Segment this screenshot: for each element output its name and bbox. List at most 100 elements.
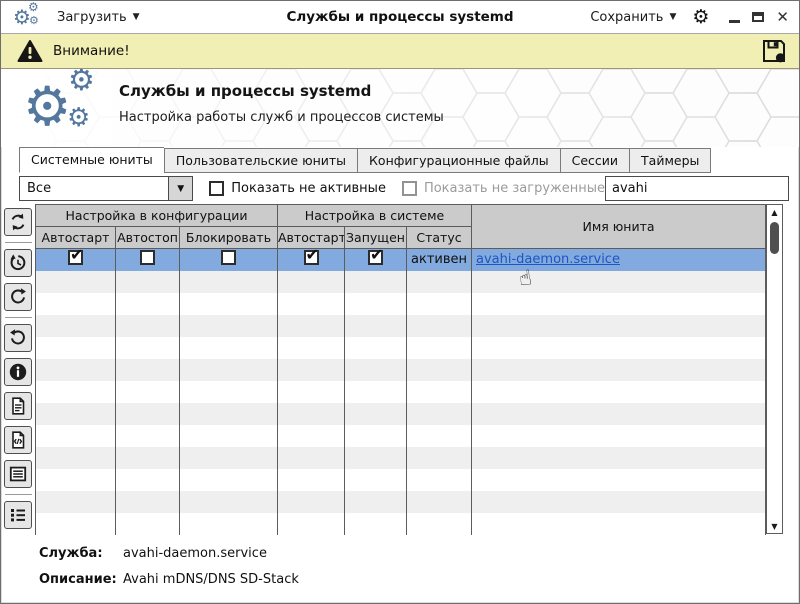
details-panel: Служба: avahi-daemon.service Описание: A… (1, 534, 799, 603)
header-group-system: Настройка в системе (276, 204, 473, 227)
scrollbar-thumb[interactable] (770, 222, 779, 254)
table-cell (115, 446, 180, 469)
table-row[interactable] (35, 292, 767, 315)
source-file-button[interactable] (4, 426, 32, 454)
table-cell (35, 446, 116, 469)
document-icon (12, 397, 25, 415)
table-cell (471, 512, 767, 535)
table-cell (179, 490, 278, 513)
autostart-sys-cell (277, 248, 345, 271)
warning-triangle-icon (17, 40, 43, 62)
bullet-list-button[interactable] (4, 501, 32, 529)
table-cell (471, 490, 767, 513)
unit-name-link[interactable]: avahi-daemon.service (476, 252, 620, 267)
tab-timers[interactable]: Таймеры (629, 148, 712, 173)
table-row[interactable] (35, 336, 767, 359)
source-file-icon (12, 431, 25, 449)
list-box-button[interactable] (4, 460, 32, 488)
table-cell (405, 292, 473, 315)
load-menu-button[interactable]: Загрузить ▼ (57, 10, 140, 25)
table-cell (344, 292, 407, 315)
block-cfg-cell (179, 248, 278, 271)
scroll-up-button[interactable]: ▲ (767, 205, 782, 219)
redo-button[interactable] (4, 283, 32, 311)
table-cell (35, 512, 116, 535)
table-cell (471, 292, 767, 315)
table-cell (405, 468, 473, 491)
main-area: Настройка в конфигурации Настройка в сис… (1, 204, 799, 535)
table-row[interactable] (35, 446, 767, 469)
toolbar-separator (4, 242, 32, 243)
unit-filter-dropdown[interactable]: Все ▼ (19, 176, 194, 201)
table-cell (179, 512, 278, 535)
vertical-scrollbar[interactable]: ▲ ▼ (766, 204, 783, 534)
tab-sessions[interactable]: Сессии (559, 148, 630, 173)
minimize-button[interactable] (729, 19, 741, 23)
table-cell (115, 402, 180, 425)
load-menu-label: Загрузить (57, 9, 127, 25)
table-row[interactable] (35, 490, 767, 513)
table-row[interactable] (35, 358, 767, 381)
undo-button[interactable] (4, 324, 32, 352)
table-cell (277, 270, 345, 293)
table-row[interactable] (35, 314, 767, 337)
table-row-selected[interactable]: активен avahi-daemon.service (35, 248, 767, 271)
table-cell (277, 468, 345, 491)
close-button[interactable]: ✕ (776, 9, 789, 25)
table-row[interactable] (35, 380, 767, 403)
table-row[interactable] (35, 468, 767, 491)
show-inactive-label: Показать не активные (231, 181, 386, 196)
checkbox-icon[interactable] (368, 249, 383, 266)
table-row[interactable] (35, 402, 767, 425)
tab-config-files[interactable]: Конфигурационные файлы (357, 148, 560, 173)
redo-icon (11, 288, 26, 304)
table-cell (405, 490, 473, 513)
table-cell (405, 380, 473, 403)
info-button[interactable] (4, 358, 32, 386)
table-row[interactable] (35, 424, 767, 447)
scrollbar-track[interactable] (767, 219, 782, 519)
floppy-save-icon[interactable] (761, 38, 787, 64)
tab-user-units[interactable]: Пользовательские юниты (163, 148, 358, 173)
dropdown-arrow-icon[interactable]: ▼ (168, 177, 193, 200)
history-undo-button[interactable] (4, 249, 32, 277)
list-box-icon (9, 466, 27, 482)
checkbox-icon[interactable] (68, 249, 83, 266)
table-cell (35, 424, 116, 447)
refresh-button[interactable] (4, 208, 32, 236)
checkbox-icon[interactable] (140, 250, 155, 266)
show-inactive-checkbox[interactable]: Показать не активные (209, 181, 386, 196)
app-window: ⚙ ⚙ ⚙ Загрузить ▼ Службы и процессы system… (0, 0, 800, 604)
toolbar-separator (4, 494, 32, 495)
show-unloaded-checkbox[interactable]: Показать не загруженные (401, 181, 605, 196)
checkbox-icon[interactable] (209, 181, 225, 196)
header-autostart-sys: Автостарт (277, 226, 345, 249)
show-unloaded-label: Показать не загруженные (423, 181, 605, 196)
table-cell (471, 358, 767, 381)
checkbox-icon[interactable] (303, 249, 319, 266)
table-cell (35, 402, 116, 425)
table-cell (344, 402, 407, 425)
bullet-list-icon (11, 509, 25, 522)
scroll-down-button[interactable]: ▼ (767, 519, 782, 533)
app-gears-icon: ⚙ ⚙ ⚙ (13, 0, 39, 29)
checkbox-icon[interactable] (221, 250, 236, 266)
history-undo-icon (10, 254, 26, 271)
table-row[interactable] (35, 270, 767, 293)
maximize-button[interactable] (752, 12, 765, 22)
table-cell (471, 270, 767, 293)
search-input[interactable] (605, 176, 789, 201)
table-cell (277, 292, 345, 315)
tab-bar: Системные юниты Пользовательские юниты К… (1, 147, 799, 173)
table-cell (35, 490, 116, 513)
checkbox-icon[interactable] (401, 181, 417, 196)
table-cell (179, 468, 278, 491)
table-row[interactable] (35, 512, 767, 535)
table-cell (344, 336, 407, 359)
header-status: Статус (405, 226, 473, 249)
save-menu-button[interactable]: Сохранить ▼ (590, 10, 676, 25)
settings-gear-icon[interactable]: ⚙ (692, 7, 709, 27)
table-cell (344, 270, 407, 293)
document-button[interactable] (4, 392, 32, 420)
tab-system-units[interactable]: Системные юниты (19, 147, 164, 173)
